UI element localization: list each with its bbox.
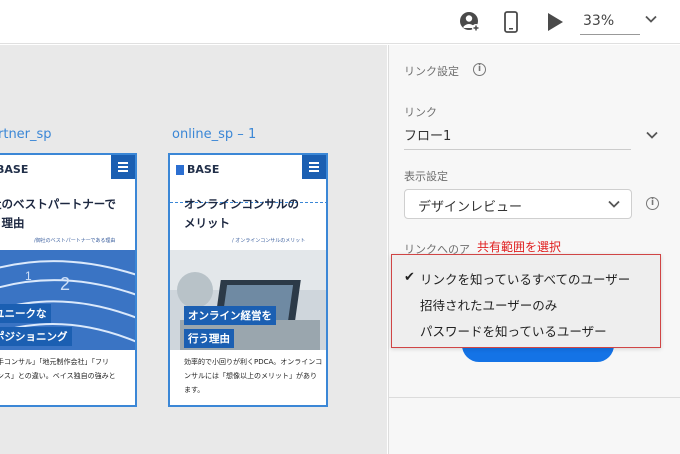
svg-text:1: 1	[25, 269, 32, 283]
chevron-down-icon[interactable]	[644, 12, 658, 30]
artboard-left[interactable]: BASE 社のベストパートナーで る理由 /御社のベストパートナーである理由 2…	[0, 153, 137, 407]
link-label: リンク	[404, 106, 437, 119]
display-settings-value: デザインレビュー	[418, 200, 523, 215]
artboard-breadcrumb: / オンラインコンサルのメリット	[232, 238, 306, 244]
artboard-body-text: 大手コンサル」「地元制作会社」「フリ ランス」との違い。ベイス独自の強みと	[0, 358, 116, 380]
artboard-right[interactable]: BASE オンラインコンサルの メリット / オンラインコンサルのメリット オン…	[168, 153, 328, 407]
artboard-heading: オンラインコンサルの メリット	[184, 197, 299, 230]
link-access-dropdown[interactable]: ✔ リンクを知っているすべてのユーザー 招待されたユーザーのみ パスワードを知っ…	[391, 254, 661, 348]
chevron-down-icon	[607, 197, 621, 215]
play-icon[interactable]	[543, 10, 567, 34]
top-toolbar: 33%	[0, 0, 680, 44]
hamburger-menu-icon	[302, 155, 326, 179]
dropdown-option-invited[interactable]: 招待されたユーザーのみ	[420, 295, 557, 314]
share-user-icon[interactable]	[458, 10, 482, 34]
link-field-underline	[404, 149, 631, 150]
link-settings-title: リンク設定	[404, 65, 459, 78]
base-logo: BASE	[176, 163, 219, 176]
panel-divider	[389, 397, 680, 398]
base-logo: BASE	[0, 163, 29, 176]
hamburger-menu-icon	[111, 155, 135, 179]
info-icon[interactable]: i	[473, 63, 486, 76]
annotation-label: 共有範囲を選択	[477, 240, 562, 254]
dropdown-option-anyone[interactable]: リンクを知っているすべてのユーザー	[420, 269, 630, 288]
artboard-title-right[interactable]: online_sp – 1	[172, 127, 256, 142]
artboard-title-left[interactable]: rtner_sp	[0, 127, 52, 142]
dropdown-option-password[interactable]: パスワードを知っているユーザー	[420, 321, 607, 340]
display-settings-select[interactable]: デザインレビュー	[404, 189, 632, 219]
artboard-tag-2: 行う理由	[184, 329, 234, 348]
artboard-header: BASE	[0, 155, 135, 185]
artboard-body-text: 効率的で小回りが利くPDCA。オンラインコ ンサルには「想像以上のメリット」があ…	[184, 358, 323, 394]
check-icon: ✔	[404, 270, 415, 285]
display-settings-label: 表示設定	[404, 170, 448, 183]
artboard-tag-1: ユニークな	[0, 304, 51, 323]
svg-text:2: 2	[60, 274, 70, 294]
info-icon[interactable]: i	[646, 197, 659, 210]
artboard-breadcrumb: /御社のベストパートナーである理由	[34, 238, 116, 244]
artboard-tag-2: ポジショニング	[0, 327, 72, 346]
design-canvas[interactable]: rtner_sp BASE 社のベストパートナーで る理由 /御社のベストパート…	[0, 45, 387, 454]
zoom-value: 33%	[583, 13, 615, 29]
artboard-header: BASE	[170, 155, 326, 185]
artboard-tag-1: オンライン経営を	[184, 306, 276, 325]
chevron-down-icon[interactable]	[645, 127, 659, 146]
artboard-heading: 社のベストパートナーで る理由	[0, 197, 117, 230]
mobile-preview-icon[interactable]	[499, 10, 523, 34]
link-value[interactable]: フロー1	[404, 125, 451, 144]
zoom-select[interactable]: 33%	[580, 10, 658, 36]
zoom-underline	[580, 34, 640, 35]
